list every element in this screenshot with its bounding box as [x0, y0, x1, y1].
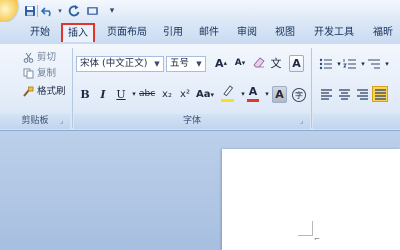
grow-font-button[interactable]: A▴ — [214, 55, 228, 72]
grow-font-icon: A — [215, 57, 224, 70]
save-icon[interactable] — [22, 3, 38, 18]
format-painter-label: 格式刷 — [37, 86, 66, 97]
chevron-down-icon[interactable]: ▼ — [152, 57, 162, 71]
toolbar-separator — [37, 5, 38, 17]
ribbon: 剪切 复制 格式刷 剪贴板 ⌟ 宋体 (中文正文) ▼ 五号 ▼ A▴ A▾ 文… — [0, 44, 400, 131]
eraser-icon — [253, 57, 265, 68]
tab-references[interactable]: 引用 — [160, 24, 186, 42]
print-preview-icon[interactable] — [84, 3, 100, 18]
bold-button[interactable]: B — [78, 86, 92, 103]
superscript-button[interactable]: x² — [178, 86, 192, 103]
tab-foxit[interactable]: 福昕 — [368, 24, 398, 42]
phonetic-guide-icon: 文 — [270, 57, 282, 70]
format-painter-icon — [22, 86, 34, 98]
document-page[interactable]: ⌐ — [222, 149, 400, 250]
shrink-font-button[interactable]: A▾ — [233, 55, 247, 72]
bullets-icon — [319, 58, 332, 70]
shrink-font-icon: A — [234, 58, 242, 68]
tab-home[interactable]: 开始 — [28, 24, 52, 42]
undo-icon[interactable] — [40, 3, 56, 18]
paragraph-group-label — [313, 114, 400, 129]
clipboard-group-title: 剪贴板 — [21, 116, 49, 126]
text-cursor: ⌐ — [314, 235, 320, 243]
align-center-button[interactable] — [336, 86, 352, 102]
tab-view[interactable]: 视图 — [272, 24, 298, 42]
copy-icon — [22, 68, 34, 80]
quick-access-toolbar: ▾ ▾ — [0, 0, 400, 22]
text-highlight-button[interactable] — [220, 84, 236, 104]
phonetic-guide-button[interactable]: 文 — [269, 55, 283, 72]
format-painter-button[interactable]: 格式刷 — [22, 84, 66, 99]
tab-page-layout[interactable]: 页面布局 — [103, 24, 151, 42]
character-border-button[interactable]: A — [289, 55, 304, 72]
multilevel-list-icon — [368, 59, 380, 69]
font-name-value: 宋体 (中文正文) — [80, 58, 148, 69]
tab-mailings[interactable]: 邮件 — [196, 24, 222, 42]
chevron-down-icon: ▾ — [210, 91, 215, 99]
font-group-title: 字体 — [182, 116, 201, 126]
page-margin-corner — [298, 221, 313, 236]
redo-icon[interactable] — [66, 3, 82, 18]
change-case-label: Aa — [196, 89, 211, 100]
group-separator — [72, 48, 73, 128]
change-case-button[interactable]: Aa▾ — [195, 86, 215, 103]
highlight-color-bar — [221, 99, 234, 102]
clear-formatting-button[interactable] — [251, 55, 267, 72]
enclose-characters-button[interactable]: 字 — [291, 86, 307, 103]
cut-label: 剪切 — [37, 52, 57, 63]
character-border-icon: A — [292, 57, 301, 70]
numbering-icon — [343, 59, 356, 69]
copy-button[interactable]: 复制 — [22, 66, 56, 81]
italic-button[interactable]: I — [96, 86, 110, 103]
font-color-icon: A — [248, 85, 258, 98]
clipboard-launcher-icon[interactable]: ⌟ — [60, 117, 68, 125]
tab-review[interactable]: 审阅 — [234, 24, 260, 42]
justify-button[interactable] — [372, 86, 388, 102]
chevron-down-icon[interactable]: ▼ — [194, 57, 204, 71]
copy-label: 复制 — [37, 68, 57, 79]
multilevel-dropdown-icon[interactable]: ▾ — [380, 56, 394, 73]
enclose-characters-icon: 字 — [292, 88, 306, 102]
undo-dropdown-icon[interactable]: ▾ — [56, 3, 64, 18]
grow-arrow-icon: ▴ — [223, 59, 228, 67]
shrink-arrow-icon: ▾ — [241, 59, 246, 67]
align-right-button[interactable] — [354, 86, 370, 102]
strikethrough-button[interactable]: abc — [138, 86, 156, 103]
font-launcher-icon[interactable]: ⌟ — [300, 117, 308, 125]
font-size-value: 五号 — [170, 58, 190, 69]
tab-developer[interactable]: 开发工具 — [310, 24, 358, 42]
subscript-button[interactable]: x₂ — [160, 86, 174, 103]
align-left-button[interactable] — [318, 86, 334, 102]
cut-button[interactable]: 剪切 — [22, 50, 56, 65]
align-left-icon — [320, 88, 332, 100]
scissors-icon — [22, 52, 34, 64]
tab-insert[interactable]: 插入 — [61, 23, 95, 42]
character-shading-button[interactable]: A — [272, 86, 287, 103]
font-group-label: 字体 — [74, 114, 310, 129]
customize-dropdown-icon[interactable]: ▾ — [104, 3, 120, 18]
font-size-combo[interactable]: 五号 ▼ — [166, 56, 206, 72]
font-name-combo[interactable]: 宋体 (中文正文) ▼ — [76, 56, 164, 72]
character-shading-icon: A — [275, 88, 284, 101]
ribbon-tab-bar: 开始 插入 页面布局 引用 邮件 审阅 视图 开发工具 福昕 — [0, 22, 400, 45]
document-area: ⌐ — [0, 131, 400, 250]
underline-button[interactable]: U — [114, 86, 128, 103]
group-separator — [311, 48, 312, 128]
justify-icon — [374, 88, 386, 100]
font-color-button[interactable]: A — [246, 84, 260, 104]
align-right-icon — [356, 88, 368, 100]
highlighter-icon — [223, 85, 234, 97]
align-center-icon — [338, 88, 350, 100]
office-button-icon[interactable] — [0, 0, 18, 22]
word-window: ▾ ▾ 开始 插入 页面布局 引用 邮件 审阅 视图 开发工具 福昕 剪切 复制… — [0, 0, 400, 250]
font-color-bar — [247, 99, 259, 102]
